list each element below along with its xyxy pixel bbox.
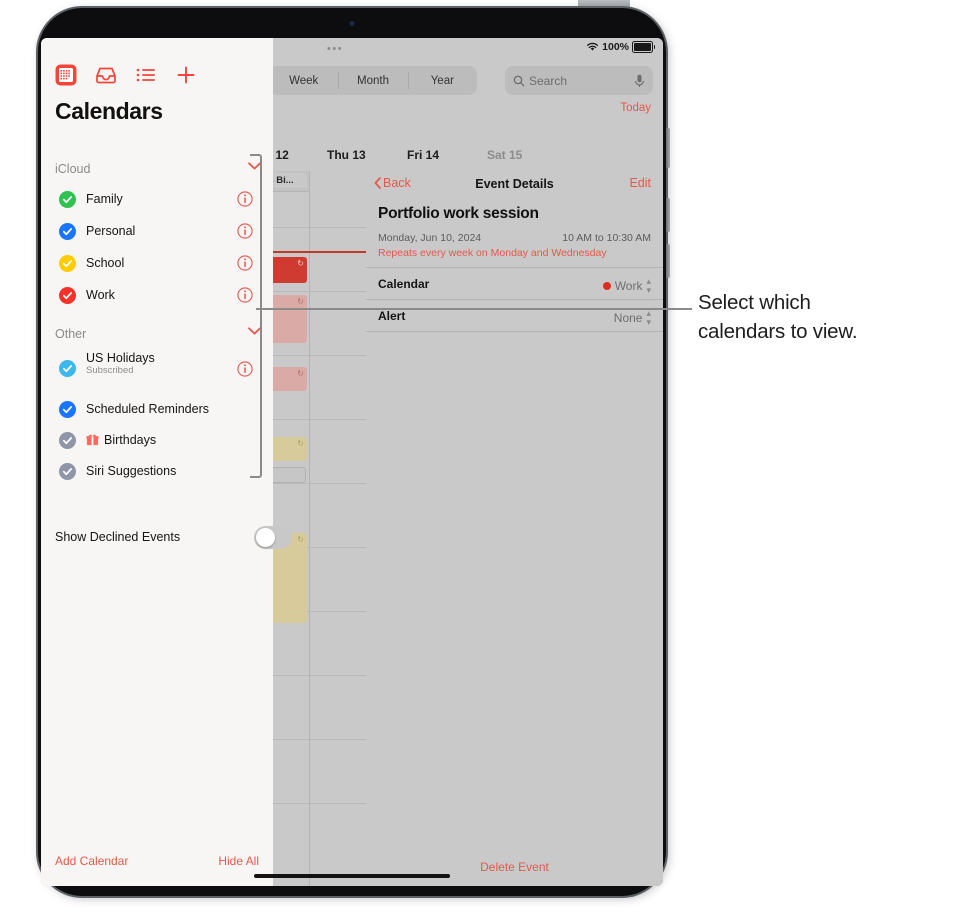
- group-header-other[interactable]: Other: [55, 325, 261, 343]
- ipad-device-frame: 9:41 AM Mon Jun 10 ••• 100% Week Month: [38, 8, 670, 896]
- delete-event-button[interactable]: Delete Event: [366, 860, 663, 874]
- calendar-label: School: [86, 256, 125, 270]
- page-title: Calendars: [55, 98, 163, 124]
- show-declined-toggle[interactable]: [254, 526, 292, 549]
- calendar-row-us-holidays[interactable]: US Holidays Subscribed: [41, 351, 273, 386]
- annotation-leader-line: [256, 308, 692, 310]
- event-time: 10 AM to 10:30 AM: [562, 232, 651, 244]
- event-name: Portfolio work session: [378, 205, 539, 222]
- show-declined-events-row[interactable]: Show Declined Events: [41, 526, 292, 552]
- calendar-row-birthdays[interactable]: Birthdays: [41, 428, 273, 456]
- segment-year[interactable]: Year: [407, 66, 477, 95]
- list-icon[interactable]: [135, 64, 157, 86]
- sidebar-toolbar: [55, 64, 197, 86]
- search-placeholder: Search: [529, 73, 568, 88]
- volume-up-button[interactable]: [666, 198, 670, 232]
- detail-value[interactable]: None ▴ ▾: [614, 309, 651, 327]
- calendar-label: Siri Suggestions: [86, 464, 177, 478]
- gift-icon: [86, 434, 99, 446]
- day-header-thu[interactable]: Thu 13: [327, 148, 366, 162]
- stepper-icon[interactable]: ▴ ▾: [646, 277, 651, 295]
- today-button[interactable]: Today: [620, 102, 651, 114]
- volume-down-button[interactable]: [666, 244, 670, 278]
- checkmark-icon[interactable]: [59, 432, 76, 449]
- plus-icon[interactable]: [175, 64, 197, 86]
- group-name: iCloud: [55, 162, 91, 176]
- detail-row-calendar[interactable]: Calendar Work ▴ ▾: [366, 267, 663, 299]
- checkmark-icon[interactable]: [59, 463, 76, 480]
- alert-value-text: None: [613, 311, 643, 325]
- annotation-bracket: [250, 154, 262, 478]
- calendar-icon[interactable]: [55, 64, 77, 86]
- calendar-label: US Holidays: [86, 351, 155, 365]
- day-header-sat[interactable]: Sat 15: [487, 148, 522, 162]
- calendar-color-dot: [602, 282, 611, 290]
- inbox-icon[interactable]: [95, 64, 117, 86]
- annotation-line-2: calendars to view.: [698, 320, 858, 343]
- calendar-row-school[interactable]: School: [41, 251, 273, 279]
- annotation-callout: Select which calendars to view.: [698, 288, 950, 346]
- checkmark-icon[interactable]: [59, 255, 76, 272]
- calendars-sidebar: Calendars iCloud Family Personal School …: [41, 38, 292, 886]
- add-calendar-button[interactable]: Add Calendar: [55, 854, 128, 868]
- battery-percent: 100%: [602, 41, 629, 53]
- calendar-label: Birthdays: [104, 433, 157, 447]
- detail-value[interactable]: Work ▴ ▾: [602, 277, 651, 295]
- show-declined-label: Show Declined Events: [55, 530, 181, 544]
- calendar-value-text: Work: [614, 279, 643, 293]
- checkmark-icon[interactable]: [59, 401, 76, 418]
- ipad-screen: 9:41 AM Mon Jun 10 ••• 100% Week Month: [41, 38, 663, 886]
- home-indicator[interactable]: [254, 873, 450, 878]
- view-segmented-control[interactable]: Week Month Year: [269, 66, 477, 95]
- multitask-dots[interactable]: •••: [327, 44, 343, 55]
- checkmark-icon[interactable]: [59, 191, 76, 208]
- event-details-navbar: Back Event Details Edit: [366, 171, 663, 199]
- calendar-label: Scheduled Reminders: [86, 402, 209, 416]
- event-date: Monday, Jun 10, 2024: [378, 232, 482, 244]
- status-right: 100%: [586, 41, 655, 53]
- day-header-fri[interactable]: Fri 14: [407, 148, 439, 162]
- checkmark-icon[interactable]: [59, 223, 76, 240]
- calendar-row-family[interactable]: Family: [41, 187, 273, 215]
- calendar-label: Family: [86, 192, 123, 206]
- segment-week[interactable]: Week: [269, 66, 338, 95]
- wifi-icon: [587, 42, 599, 51]
- front-camera: [349, 21, 355, 26]
- microphone-icon[interactable]: [634, 74, 645, 88]
- calendar-label: Work: [86, 288, 115, 302]
- calendar-row-scheduled-reminders[interactable]: Scheduled Reminders: [41, 397, 273, 425]
- checkmark-icon[interactable]: [59, 287, 76, 304]
- detail-row-alert[interactable]: Alert None ▴ ▾: [366, 299, 663, 331]
- battery-icon: [632, 41, 655, 53]
- calendar-row-siri-suggestions[interactable]: Siri Suggestions: [41, 459, 273, 487]
- event-details-pane: Back Event Details Edit Portfolio work s…: [366, 171, 663, 886]
- search-input[interactable]: Search: [505, 66, 653, 95]
- toggle-knob: [256, 528, 275, 547]
- edit-button[interactable]: Edit: [629, 176, 651, 190]
- sidebar-footer: Add Calendar Hide All: [41, 844, 273, 886]
- search-icon: [513, 75, 525, 86]
- calendar-row-work[interactable]: Work: [41, 283, 273, 311]
- calendar-sublabel: Subscribed: [86, 365, 134, 376]
- segment-month[interactable]: Month: [338, 66, 407, 95]
- detail-label: Calendar: [378, 277, 430, 291]
- hide-all-button[interactable]: Hide All: [218, 854, 259, 868]
- checkmark-icon[interactable]: [59, 360, 76, 377]
- sidebar-status-bar: [41, 38, 273, 60]
- event-repeat: Repeats every week on Monday and Wednesd…: [378, 247, 607, 259]
- group-header-icloud[interactable]: iCloud: [55, 160, 261, 178]
- calendar-label: Personal: [86, 224, 136, 238]
- stepper-icon[interactable]: ▴ ▾: [646, 309, 651, 327]
- event-details-title: Event Details: [475, 177, 554, 191]
- detail-label: Alert: [378, 309, 406, 323]
- annotation-line-1: Select which: [698, 291, 811, 314]
- calendar-row-personal[interactable]: Personal: [41, 219, 273, 247]
- group-name: Other: [55, 327, 87, 341]
